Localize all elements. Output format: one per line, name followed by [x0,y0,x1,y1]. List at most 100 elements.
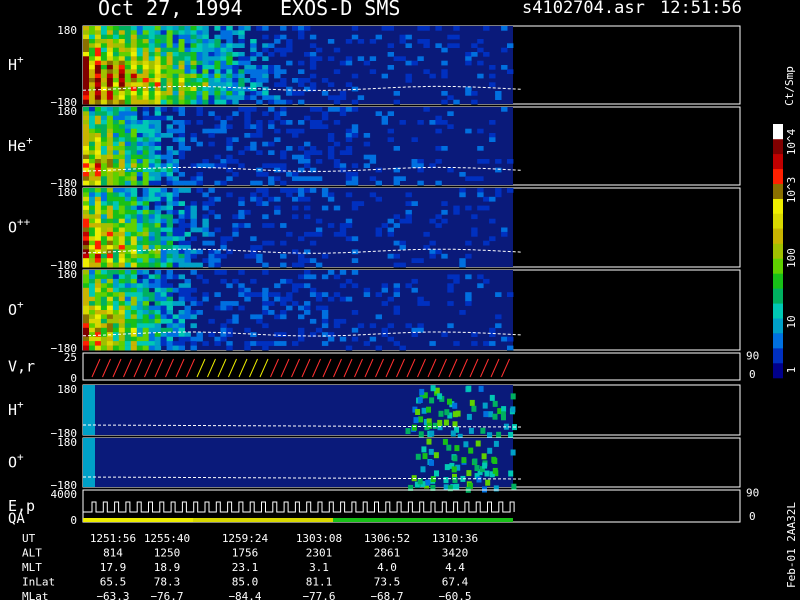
data-cell [124,274,132,280]
data-cell [124,258,132,263]
colorbar-tick: 100 [785,248,798,268]
data-cell [399,176,406,181]
data-cell [482,462,488,469]
data-cell [118,262,126,268]
vr-trace [217,358,227,378]
data-cell [148,99,156,105]
data-cell [454,483,460,490]
data-cell [118,192,126,198]
data-cell [142,124,150,129]
data-cell [405,78,412,83]
data-cell [166,52,173,57]
data-cell [304,258,311,263]
data-cell [89,176,96,181]
data-cell [196,301,203,306]
data-cell [166,30,173,35]
data-cell [142,318,150,324]
footer-value: 814 [103,547,123,560]
data-cell [351,180,359,186]
data-cell [471,99,478,105]
data-cell [190,39,197,44]
data-cell [244,69,251,74]
data-cell [501,65,508,70]
data-cell [166,314,173,320]
data-cell [118,26,126,31]
data-cell [435,43,442,48]
data-cell [94,141,102,147]
colorbar-segment [773,288,783,304]
data-cell [118,124,126,129]
data-cell [369,176,377,181]
data-cell [118,341,126,346]
data-cell [142,141,150,147]
data-cell [463,441,469,448]
data-cell [106,345,114,351]
data-cell [262,270,269,275]
data-cell [280,314,287,320]
data-cell [423,26,430,31]
data-cell [190,47,197,53]
data-cell [430,385,436,392]
data-cell [154,188,162,193]
data-cell [280,120,287,125]
data-cell [208,78,215,83]
data-cell [136,258,144,263]
data-cell [94,167,102,173]
data-cell [148,39,156,44]
footer-value: 85.0 [232,576,259,589]
data-cell [483,205,490,211]
data-cell [130,52,138,57]
data-cell [508,432,514,438]
data-cell [130,43,138,48]
data-cell [286,296,293,302]
data-cell [130,345,138,351]
data-cell [118,133,126,138]
data-cell [124,318,132,324]
data-cell [208,43,215,48]
data-cell [154,223,162,228]
data-cell [124,111,132,116]
data-cell [130,180,138,186]
data-cell [148,47,156,53]
data-cell [112,253,120,259]
data-cell [178,60,185,66]
data-cell [160,240,167,246]
data-cell [118,205,126,211]
data-cell [154,133,162,138]
data-cell [262,296,269,302]
data-cell [507,336,514,342]
data-cell [220,236,227,242]
data-cell [142,99,150,105]
data-cell [232,95,239,100]
data-cell [160,99,167,105]
data-cell [166,223,173,228]
data-cell [160,154,167,160]
data-cell [154,26,162,31]
data-cell [256,120,263,125]
data-cell [274,283,281,289]
data-cell [130,39,138,44]
data-cell [100,245,108,250]
data-cell [118,270,126,275]
footer-value: −84.4 [228,590,261,600]
data-cell [421,446,427,453]
data-cell [100,201,108,206]
data-cell [130,91,138,96]
data-cell [89,262,96,268]
data-cell [130,99,138,105]
data-cell [124,196,132,202]
data-cell [100,227,108,233]
data-cell [459,310,466,315]
data-cell [423,107,430,112]
data-cell [154,314,162,320]
vr-trace [175,358,185,378]
vr-trace [469,358,479,378]
data-cell [100,95,108,100]
data-cell [465,205,472,211]
data-cell [148,214,156,220]
data-cell [106,73,114,79]
data-cell [136,278,144,284]
data-cell [136,314,144,320]
data-cell [315,159,323,164]
panel-label: H+ [8,398,24,419]
